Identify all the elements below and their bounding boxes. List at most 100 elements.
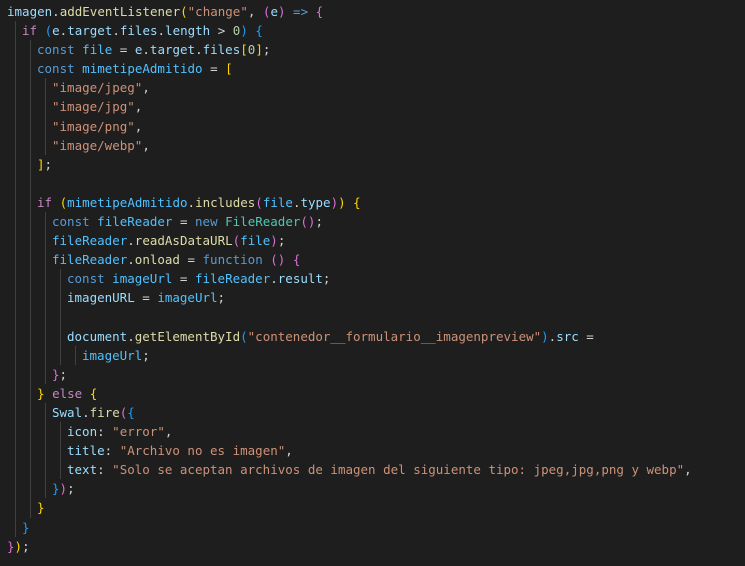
indent-guide: [45, 307, 46, 327]
code-token: (: [180, 4, 188, 19]
code-token: file: [240, 233, 271, 249]
indent-guide: [15, 173, 16, 193]
code-token: fire: [89, 404, 120, 420]
code-token: .: [127, 328, 135, 344]
code-token: =: [179, 252, 203, 268]
code-token: .: [142, 42, 150, 58]
code-token: e: [270, 4, 278, 19]
code-token: :: [97, 424, 113, 440]
code-text: const fileReader = new FileReader();: [7, 212, 323, 231]
code-token: file: [262, 194, 293, 210]
code-line: "image/jpg",: [7, 97, 745, 117]
code-token: Swal: [52, 404, 83, 420]
code-text: imagen.addEventListener("change", (e) =>…: [7, 2, 323, 21]
code-token: text: [67, 462, 98, 478]
code-token: type: [300, 194, 331, 210]
code-token: ]: [37, 156, 45, 172]
code-token: ;: [67, 481, 75, 497]
code-line: if (mimetipeAdmitido.includes(file.type)…: [7, 192, 745, 213]
code-line: icon: "error",: [7, 422, 745, 442]
code-line: imagen.addEventListener("change", (e) =>…: [7, 2, 745, 21]
code-line: imagenURL = imageUrl;: [7, 288, 745, 308]
code-token: document: [67, 328, 128, 344]
code-line: };: [7, 364, 745, 384]
code-token: if: [37, 194, 53, 210]
code-text: imageUrl;: [7, 346, 150, 365]
code-token: (: [44, 23, 53, 39]
code-token: {: [292, 252, 301, 268]
code-token: "image/jpg": [52, 99, 135, 115]
code-token: {: [255, 23, 263, 39]
code-token: =: [578, 328, 594, 344]
code-token: files: [119, 23, 158, 39]
code-token: {: [89, 385, 98, 401]
code-token: ): [330, 194, 339, 210]
code-token: includes: [195, 194, 256, 210]
code-token: getElementById: [134, 328, 241, 344]
code-token: }: [37, 385, 45, 401]
indent-guide: [30, 173, 31, 193]
code-token: "image/webp": [52, 137, 143, 153]
code-token: imagen: [7, 4, 53, 19]
code-token: ,: [142, 137, 150, 153]
code-token: imageUrl: [112, 271, 173, 287]
code-token: ;: [44, 156, 53, 172]
code-text: "image/png",: [7, 117, 142, 136]
code-text: "image/jpeg",: [7, 78, 150, 97]
code-line: if (e.target.files.length > 0) {: [7, 21, 745, 41]
code-text: const mimetipeAdmitido = [: [7, 59, 233, 78]
code-text: const file = e.target.files[0];: [7, 40, 270, 59]
code-line: } else {: [7, 383, 745, 403]
code-token: const: [67, 271, 105, 287]
code-token: ): [240, 23, 248, 39]
code-token: ;: [142, 347, 150, 363]
code-token: ,: [134, 99, 143, 115]
code-text: imagenURL = imageUrl;: [7, 288, 225, 307]
code-line: "image/png",: [7, 116, 745, 136]
code-token: ): [338, 194, 346, 210]
code-token: fileReader: [52, 252, 128, 268]
code-token: const: [37, 42, 75, 58]
code-token: ): [270, 233, 278, 249]
code-token: "Archivo no es imagen": [119, 443, 286, 459]
code-token: =: [202, 61, 226, 77]
code-token: imagenURL: [67, 290, 135, 306]
code-line: const fileReader = new FileReader();: [7, 212, 745, 232]
code-token: ): [541, 328, 549, 344]
code-text: text: "Solo se aceptan archivos de image…: [7, 460, 692, 479]
code-text: fileReader.readAsDataURL(file);: [7, 231, 285, 250]
code-token: mimetipeAdmitido: [67, 194, 188, 210]
code-token: =: [112, 42, 135, 58]
code-line: const imageUrl = fileReader.result;: [7, 269, 745, 289]
code-token: ,: [164, 424, 173, 440]
code-token: >: [210, 23, 233, 39]
code-text: title: "Archivo no es imagen",: [7, 441, 293, 460]
code-text: fileReader.onload = function () {: [7, 250, 300, 269]
indent-guide: [15, 307, 16, 327]
code-token: =: [172, 214, 196, 230]
code-line: fileReader.onload = function () {: [7, 250, 745, 270]
code-text: });: [7, 537, 30, 556]
code-line: [7, 173, 745, 193]
code-token: }: [52, 481, 60, 497]
code-token: "Solo se aceptan archivos de imagen del …: [112, 462, 685, 478]
code-token: ,: [684, 462, 692, 478]
code-token: "image/png": [52, 118, 135, 134]
code-token: .: [112, 23, 120, 39]
code-token: new: [195, 214, 218, 230]
code-token: title: [67, 443, 105, 459]
code-line: [7, 307, 745, 327]
code-token: {: [127, 404, 135, 420]
code-line: const mimetipeAdmitido = [: [7, 59, 745, 79]
code-token: ;: [59, 366, 68, 382]
code-text: ];: [7, 155, 52, 174]
code-token: =: [134, 290, 158, 306]
code-editor[interactable]: imagen.addEventListener("change", (e) =>…: [0, 0, 745, 566]
code-token: {: [353, 194, 361, 210]
code-token: const: [37, 61, 75, 77]
code-token: (: [59, 194, 68, 210]
code-line: text: "Solo se aceptan archivos de image…: [7, 460, 745, 480]
code-token: .: [52, 4, 60, 19]
code-line: document.getElementById("contenedor__for…: [7, 326, 745, 346]
